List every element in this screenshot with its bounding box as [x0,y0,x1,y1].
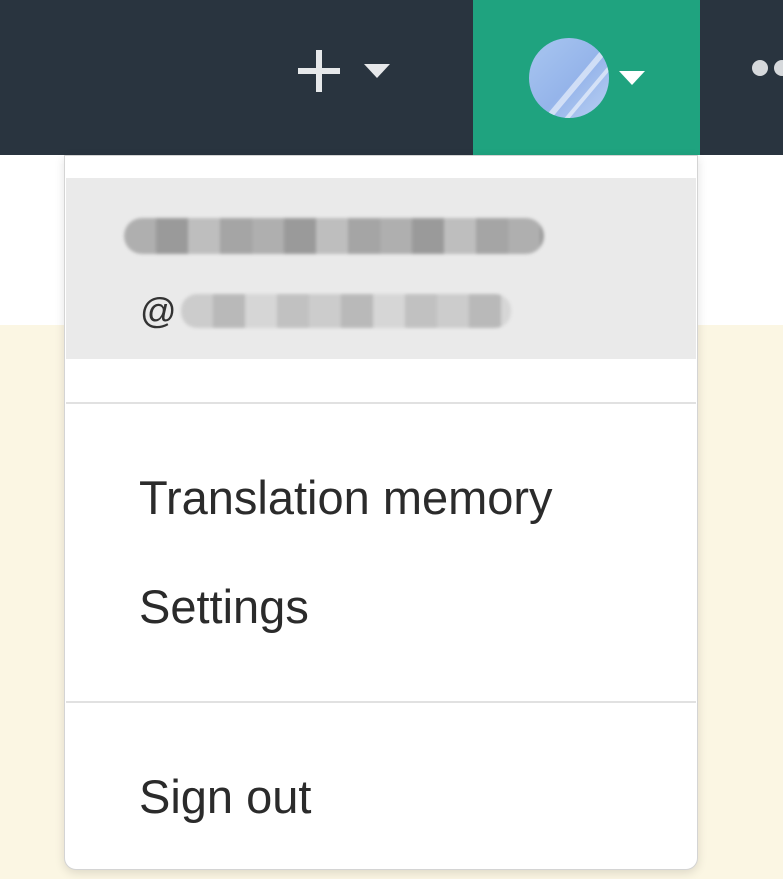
add-new-button[interactable] [296,36,436,106]
menu-divider [66,701,696,703]
avatar [528,37,609,118]
menu-item-settings[interactable]: Settings [139,583,309,630]
user-dropdown-menu: @ Translation memory Settings Sign out [64,155,698,870]
more-dots-icon[interactable] [748,56,783,80]
menu-divider [66,402,696,404]
caret-down-icon [618,70,645,85]
menu-item-translation-memory[interactable]: Translation memory [139,474,553,521]
sign-out-button[interactable]: Sign out [139,773,311,820]
user-menu-button[interactable] [473,0,700,155]
user-display-name-redacted [124,218,544,254]
plus-icon [298,50,340,92]
user-handle-redacted [180,294,511,328]
user-handle: @ [140,286,511,336]
caret-down-icon [364,64,390,78]
user-info-block: @ [66,178,696,359]
top-navigation-bar [0,0,783,155]
handle-prefix: @ [140,290,177,331]
